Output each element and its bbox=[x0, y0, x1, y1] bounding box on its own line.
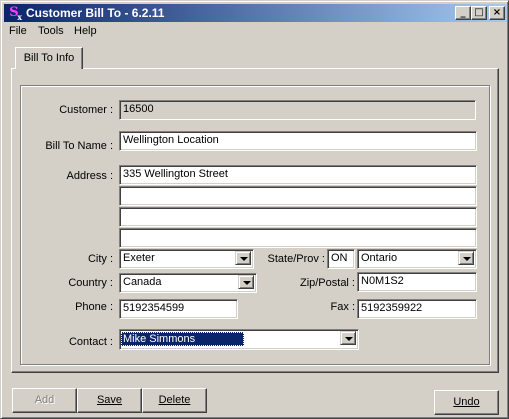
country-value: Canada bbox=[123, 276, 162, 288]
state-prov-label: State/Prov : bbox=[267, 253, 325, 265]
zip-postal-label: Zip/Postal : bbox=[299, 277, 355, 289]
phone-label: Phone : bbox=[75, 301, 113, 313]
menu-help[interactable]: Help bbox=[74, 25, 97, 37]
bill-to-name-label: Bill To Name : bbox=[45, 140, 113, 152]
country-label: Country : bbox=[68, 277, 113, 289]
chevron-down-icon[interactable] bbox=[458, 251, 474, 265]
address-line-2-field[interactable] bbox=[119, 186, 477, 206]
undo-button-label: Undo bbox=[453, 396, 480, 408]
save-button[interactable]: Save bbox=[77, 388, 142, 413]
address-line-3-field[interactable] bbox=[119, 207, 477, 227]
country-combobox[interactable]: Canada bbox=[119, 273, 257, 293]
city-combobox[interactable]: Exeter bbox=[119, 249, 254, 269]
delete-button-label: Delete bbox=[158, 394, 191, 406]
city-value: Exeter bbox=[123, 252, 155, 264]
province-combobox[interactable]: Ontario bbox=[357, 249, 477, 269]
chevron-down-icon[interactable] bbox=[238, 275, 254, 289]
close-button[interactable]: × bbox=[489, 6, 505, 20]
province-value: Ontario bbox=[361, 252, 398, 264]
bill-to-name-field[interactable]: Wellington Location bbox=[119, 131, 477, 151]
maximize-button[interactable]: □ bbox=[471, 6, 487, 20]
city-label: City : bbox=[87, 253, 113, 265]
address-line-1-field[interactable]: 335 Wellington Street bbox=[119, 165, 477, 185]
title-bar[interactable]: Sx Customer Bill To - 6.2.11 _ □ × bbox=[4, 4, 507, 22]
address-label: Address : bbox=[66, 170, 113, 182]
state-code-field[interactable]: ON bbox=[327, 249, 355, 269]
undo-button[interactable]: Undo bbox=[434, 390, 499, 415]
fax-label: Fax : bbox=[330, 301, 355, 313]
customer-label: Customer : bbox=[59, 104, 113, 116]
customer-field: 16500 bbox=[119, 100, 476, 120]
save-button-label: Save bbox=[96, 394, 123, 406]
tab-bill-to-info[interactable]: Bill To Info bbox=[15, 47, 83, 69]
contact-label: Contact : bbox=[68, 336, 113, 348]
add-button[interactable]: Add bbox=[12, 388, 77, 413]
chevron-down-icon[interactable] bbox=[235, 251, 251, 265]
menu-file[interactable]: File bbox=[9, 25, 27, 37]
phone-field[interactable]: 5192354599 bbox=[119, 299, 238, 319]
app-logo-icon: Sx bbox=[9, 5, 22, 22]
customer-bill-to-window: Sx Customer Bill To - 6.2.11 _ □ × File … bbox=[0, 0, 509, 419]
zip-postal-field[interactable]: N0M1S2 bbox=[357, 272, 477, 292]
menu-tools[interactable]: Tools bbox=[38, 25, 64, 37]
fax-field[interactable]: 5192359922 bbox=[357, 299, 477, 319]
address-line-4-field[interactable] bbox=[119, 228, 477, 248]
menu-bar: File Tools Help bbox=[4, 23, 507, 41]
contact-value: Mike Simmons bbox=[121, 332, 244, 346]
delete-button[interactable]: Delete bbox=[142, 388, 207, 413]
contact-combobox[interactable]: Mike Simmons bbox=[119, 329, 359, 350]
window-title: Customer Bill To - 6.2.11 bbox=[26, 6, 165, 20]
chevron-down-icon[interactable] bbox=[340, 331, 356, 345]
minimize-button[interactable]: _ bbox=[455, 6, 471, 20]
